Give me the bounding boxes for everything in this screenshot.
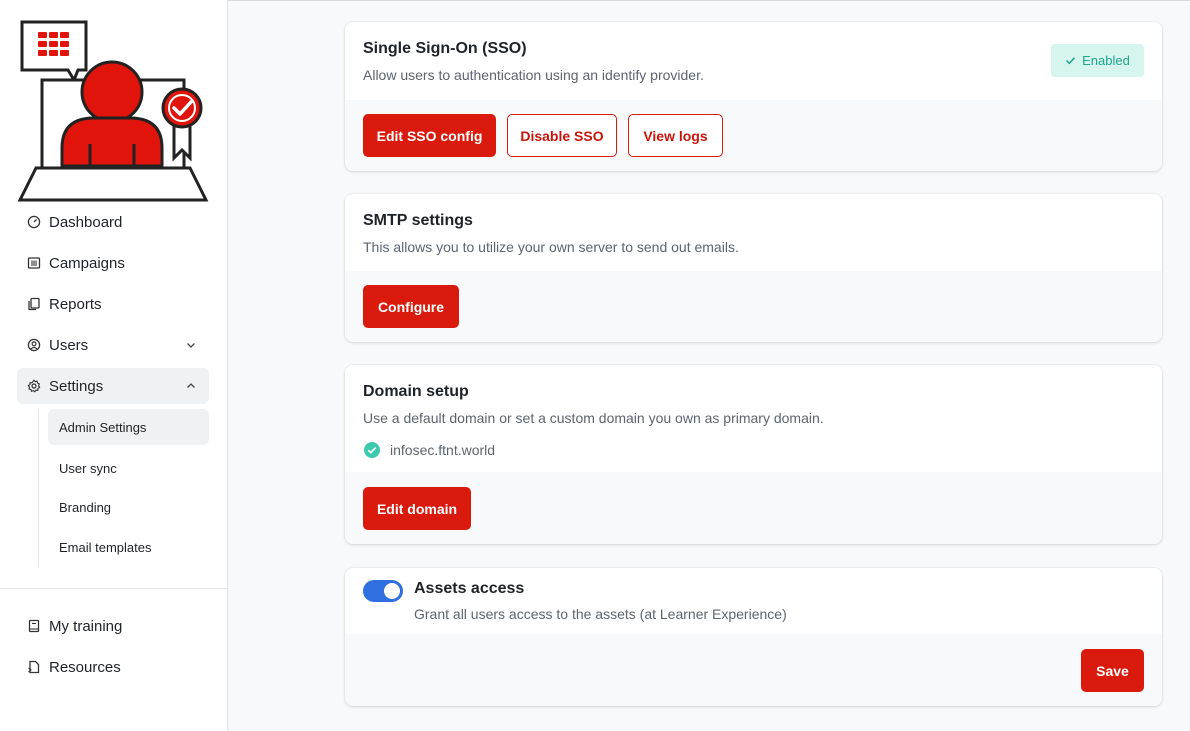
- sidebar: Dashboard Campaigns Reports Users Settin…: [0, 0, 228, 731]
- chevron-down-icon: [187, 343, 195, 348]
- nav-label: Settings: [49, 377, 104, 395]
- edit-sso-config-button[interactable]: Edit SSO config: [363, 114, 496, 157]
- sso-status-badge: Enabled: [1051, 44, 1144, 77]
- check-icon: [1066, 57, 1076, 65]
- domain-description: Use a default domain or set a custom dom…: [363, 410, 824, 426]
- nav-users[interactable]: Users: [17, 327, 209, 363]
- sidebar-divider: [0, 588, 227, 589]
- sso-description: Allow users to authentication using an i…: [363, 67, 704, 83]
- domain-name: infosec.ftnt.world: [390, 442, 496, 458]
- nav-label: Dashboard: [49, 213, 123, 231]
- smtp-card: SMTP settings This allows you to utilize…: [345, 194, 1162, 342]
- nav-resources[interactable]: Resources: [17, 649, 209, 685]
- nav-reports[interactable]: Reports: [17, 286, 209, 322]
- sso-status-text: Enabled: [1082, 53, 1130, 68]
- subnav-label: Admin Settings: [59, 419, 147, 435]
- assets-actions: Save: [345, 634, 1162, 706]
- nav-dashboard[interactable]: Dashboard: [17, 204, 209, 240]
- edit-domain-button[interactable]: Edit domain: [363, 487, 471, 530]
- users-icon: [27, 338, 41, 352]
- nav-campaigns[interactable]: Campaigns: [17, 245, 209, 281]
- nav-label: Campaigns: [49, 254, 125, 272]
- chevron-up-icon: [187, 383, 195, 388]
- nav-label: Users: [49, 336, 89, 354]
- campaigns-icon: [27, 256, 41, 270]
- assets-title: Assets access: [414, 580, 525, 597]
- smtp-description: This allows you to utilize your own serv…: [363, 239, 739, 255]
- subnav-branding[interactable]: Branding: [48, 489, 209, 525]
- sso-title: Single Sign-On (SSO): [363, 40, 527, 57]
- settings-gear-icon: [27, 379, 41, 393]
- toggle-knob: [384, 583, 400, 599]
- nav-label: Reports: [49, 295, 102, 313]
- smtp-title: SMTP settings: [363, 212, 473, 229]
- nav-label: My training: [49, 617, 123, 635]
- nav-settings[interactable]: Settings: [17, 368, 209, 404]
- verified-check-icon: [364, 442, 380, 458]
- subnav-divider: [38, 409, 39, 567]
- assets-card: Assets access Grant all users access to …: [345, 568, 1162, 706]
- view-logs-button[interactable]: View logs: [628, 114, 723, 157]
- subnav-label: User sync: [59, 460, 117, 476]
- nav-my-training[interactable]: My training: [17, 608, 209, 644]
- domain-actions: Edit domain: [345, 472, 1162, 544]
- top-border: [228, 0, 1190, 1]
- domain-title: Domain setup: [363, 383, 469, 400]
- smtp-actions: Configure: [345, 271, 1162, 342]
- subnav-label: Email templates: [59, 539, 152, 555]
- nav-label: Resources: [49, 658, 121, 676]
- assets-description: Grant all users access to the assets (at…: [414, 606, 787, 622]
- subnav-label: Branding: [59, 499, 112, 515]
- disable-sso-button[interactable]: Disable SSO: [507, 114, 617, 157]
- training-book-icon: [27, 619, 41, 633]
- dashboard-gauge-icon: [27, 215, 41, 229]
- current-domain: infosec.ftnt.world: [363, 441, 1144, 459]
- sso-card: Single Sign-On (SSO) Allow users to auth…: [345, 22, 1162, 171]
- subnav-email-templates[interactable]: Email templates: [48, 529, 209, 565]
- subnav-user-sync[interactable]: User sync: [48, 450, 209, 486]
- sso-actions: Edit SSO config Disable SSO View logs: [345, 100, 1162, 171]
- configure-smtp-button[interactable]: Configure: [363, 285, 459, 328]
- subnav-admin-settings[interactable]: Admin Settings: [48, 409, 209, 445]
- app-logo-illustration: [16, 18, 210, 204]
- reports-icon: [27, 297, 41, 311]
- save-button[interactable]: Save: [1081, 649, 1144, 692]
- resources-icon: [27, 660, 41, 674]
- assets-access-toggle[interactable]: [363, 580, 403, 602]
- domain-card: Domain setup Use a default domain or set…: [345, 365, 1162, 544]
